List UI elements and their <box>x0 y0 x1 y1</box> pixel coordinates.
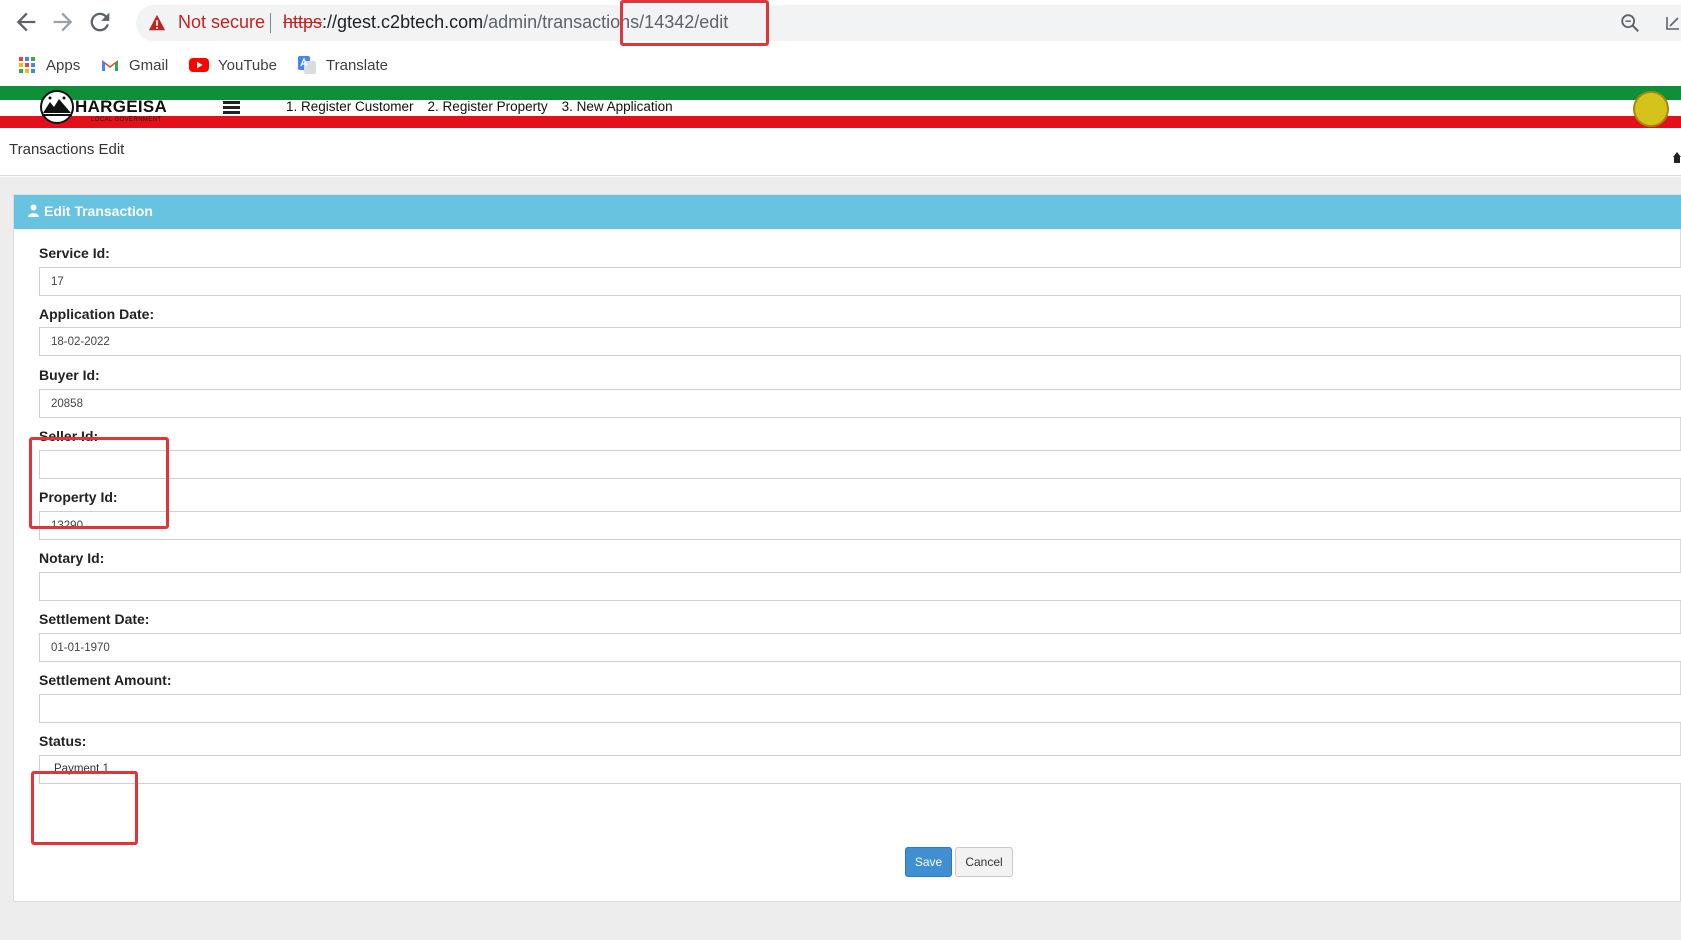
status-label: Status: <box>39 733 87 749</box>
top-navigation: 1. Register Customer 2. Register Propert… <box>286 99 687 114</box>
bookmark-label: Apps <box>46 56 81 74</box>
settlement-amount-label: Settlement Amount: <box>39 672 172 688</box>
site-header: HARGEISA LOCAL GOVERNMENT 1. Register Cu… <box>0 86 1681 128</box>
service-id-input[interactable] <box>39 267 1681 296</box>
apps-grid-icon <box>19 57 35 73</box>
save-button[interactable]: Save <box>905 847 952 877</box>
cancel-button[interactable]: Cancel <box>955 847 1013 877</box>
bookmark-gmail[interactable]: Gmail <box>100 54 168 76</box>
not-secure-label[interactable]: Not secure <box>178 12 265 33</box>
back-arrow-icon[interactable] <box>12 8 40 36</box>
settlement-amount-input[interactable] <box>39 694 1681 723</box>
bookmark-youtube[interactable]: YouTube <box>189 54 277 76</box>
settlement-date-input[interactable] <box>39 633 1681 662</box>
logo-name: HARGEISA <box>75 97 168 116</box>
panel-header: Edit Transaction <box>14 195 1681 229</box>
notary-id-label: Notary Id: <box>39 550 105 566</box>
annotation-box-seller-id <box>29 437 169 529</box>
reload-icon[interactable] <box>86 8 114 36</box>
hargeisa-emblem-icon <box>40 90 74 124</box>
bookmarks-bar: Apps Gmail YouTube Translate <box>0 44 1681 84</box>
nav-new-application[interactable]: 3. New Application <box>562 99 673 114</box>
government-seal-icon[interactable] <box>1633 91 1669 127</box>
google-translate-icon <box>298 56 316 74</box>
extension-icon[interactable] <box>1665 13 1681 33</box>
page-title: Transactions Edit <box>9 141 125 158</box>
service-id-label: Service Id: <box>39 245 110 261</box>
home-icon[interactable] <box>1673 151 1681 163</box>
panel-title: Edit Transaction <box>44 203 153 219</box>
flag-stripe-red <box>0 116 1681 128</box>
notary-id-input[interactable] <box>39 572 1681 601</box>
settlement-date-label: Settlement Date: <box>39 611 150 627</box>
status-select[interactable]: Payment 1 <box>39 755 1681 784</box>
nav-register-property[interactable]: 2. Register Property <box>428 99 548 114</box>
gmail-icon <box>102 60 118 71</box>
bookmark-label: YouTube <box>218 56 277 74</box>
edit-transaction-panel: Edit Transaction Service Id: Application… <box>13 194 1681 902</box>
bookmark-label: Gmail <box>129 56 169 74</box>
youtube-icon <box>189 58 209 72</box>
buyer-id-label: Buyer Id: <box>39 367 100 383</box>
annotation-box-url <box>620 0 769 46</box>
url-scheme: https <box>283 12 323 32</box>
warning-triangle-icon <box>148 14 166 31</box>
nav-register-customer[interactable]: 1. Register Customer <box>286 99 414 114</box>
omnibox-separator <box>270 13 271 33</box>
logo-subtitle: LOCAL GOVERNMENT <box>91 117 162 123</box>
flag-stripe-green <box>0 86 1681 100</box>
property-id-input[interactable] <box>39 511 1681 540</box>
forward-arrow-icon[interactable] <box>49 8 77 36</box>
application-date-label: Application Date: <box>39 306 155 322</box>
seller-id-input[interactable] <box>39 450 1681 479</box>
buyer-id-input[interactable] <box>39 389 1681 418</box>
url-host: ://gtest.c2btech.com <box>322 12 484 32</box>
annotation-box-status <box>31 771 138 845</box>
browser-toolbar: Not secure https://gtest.c2btech.com/adm… <box>0 0 1681 44</box>
hamburger-menu-icon[interactable] <box>223 101 240 114</box>
bookmark-apps[interactable]: Apps <box>17 54 80 76</box>
page-title-bar: Transactions Edit <box>0 128 1681 176</box>
application-date-input[interactable] <box>39 327 1681 356</box>
site-logo[interactable]: HARGEISA LOCAL GOVERNMENT <box>40 90 170 124</box>
bookmark-translate[interactable]: Translate <box>297 54 388 76</box>
user-icon <box>28 204 39 217</box>
bookmark-label: Translate <box>326 56 388 74</box>
address-bar[interactable]: Not secure https://gtest.c2btech.com/adm… <box>136 5 1681 41</box>
zoom-icon[interactable] <box>1619 12 1641 34</box>
